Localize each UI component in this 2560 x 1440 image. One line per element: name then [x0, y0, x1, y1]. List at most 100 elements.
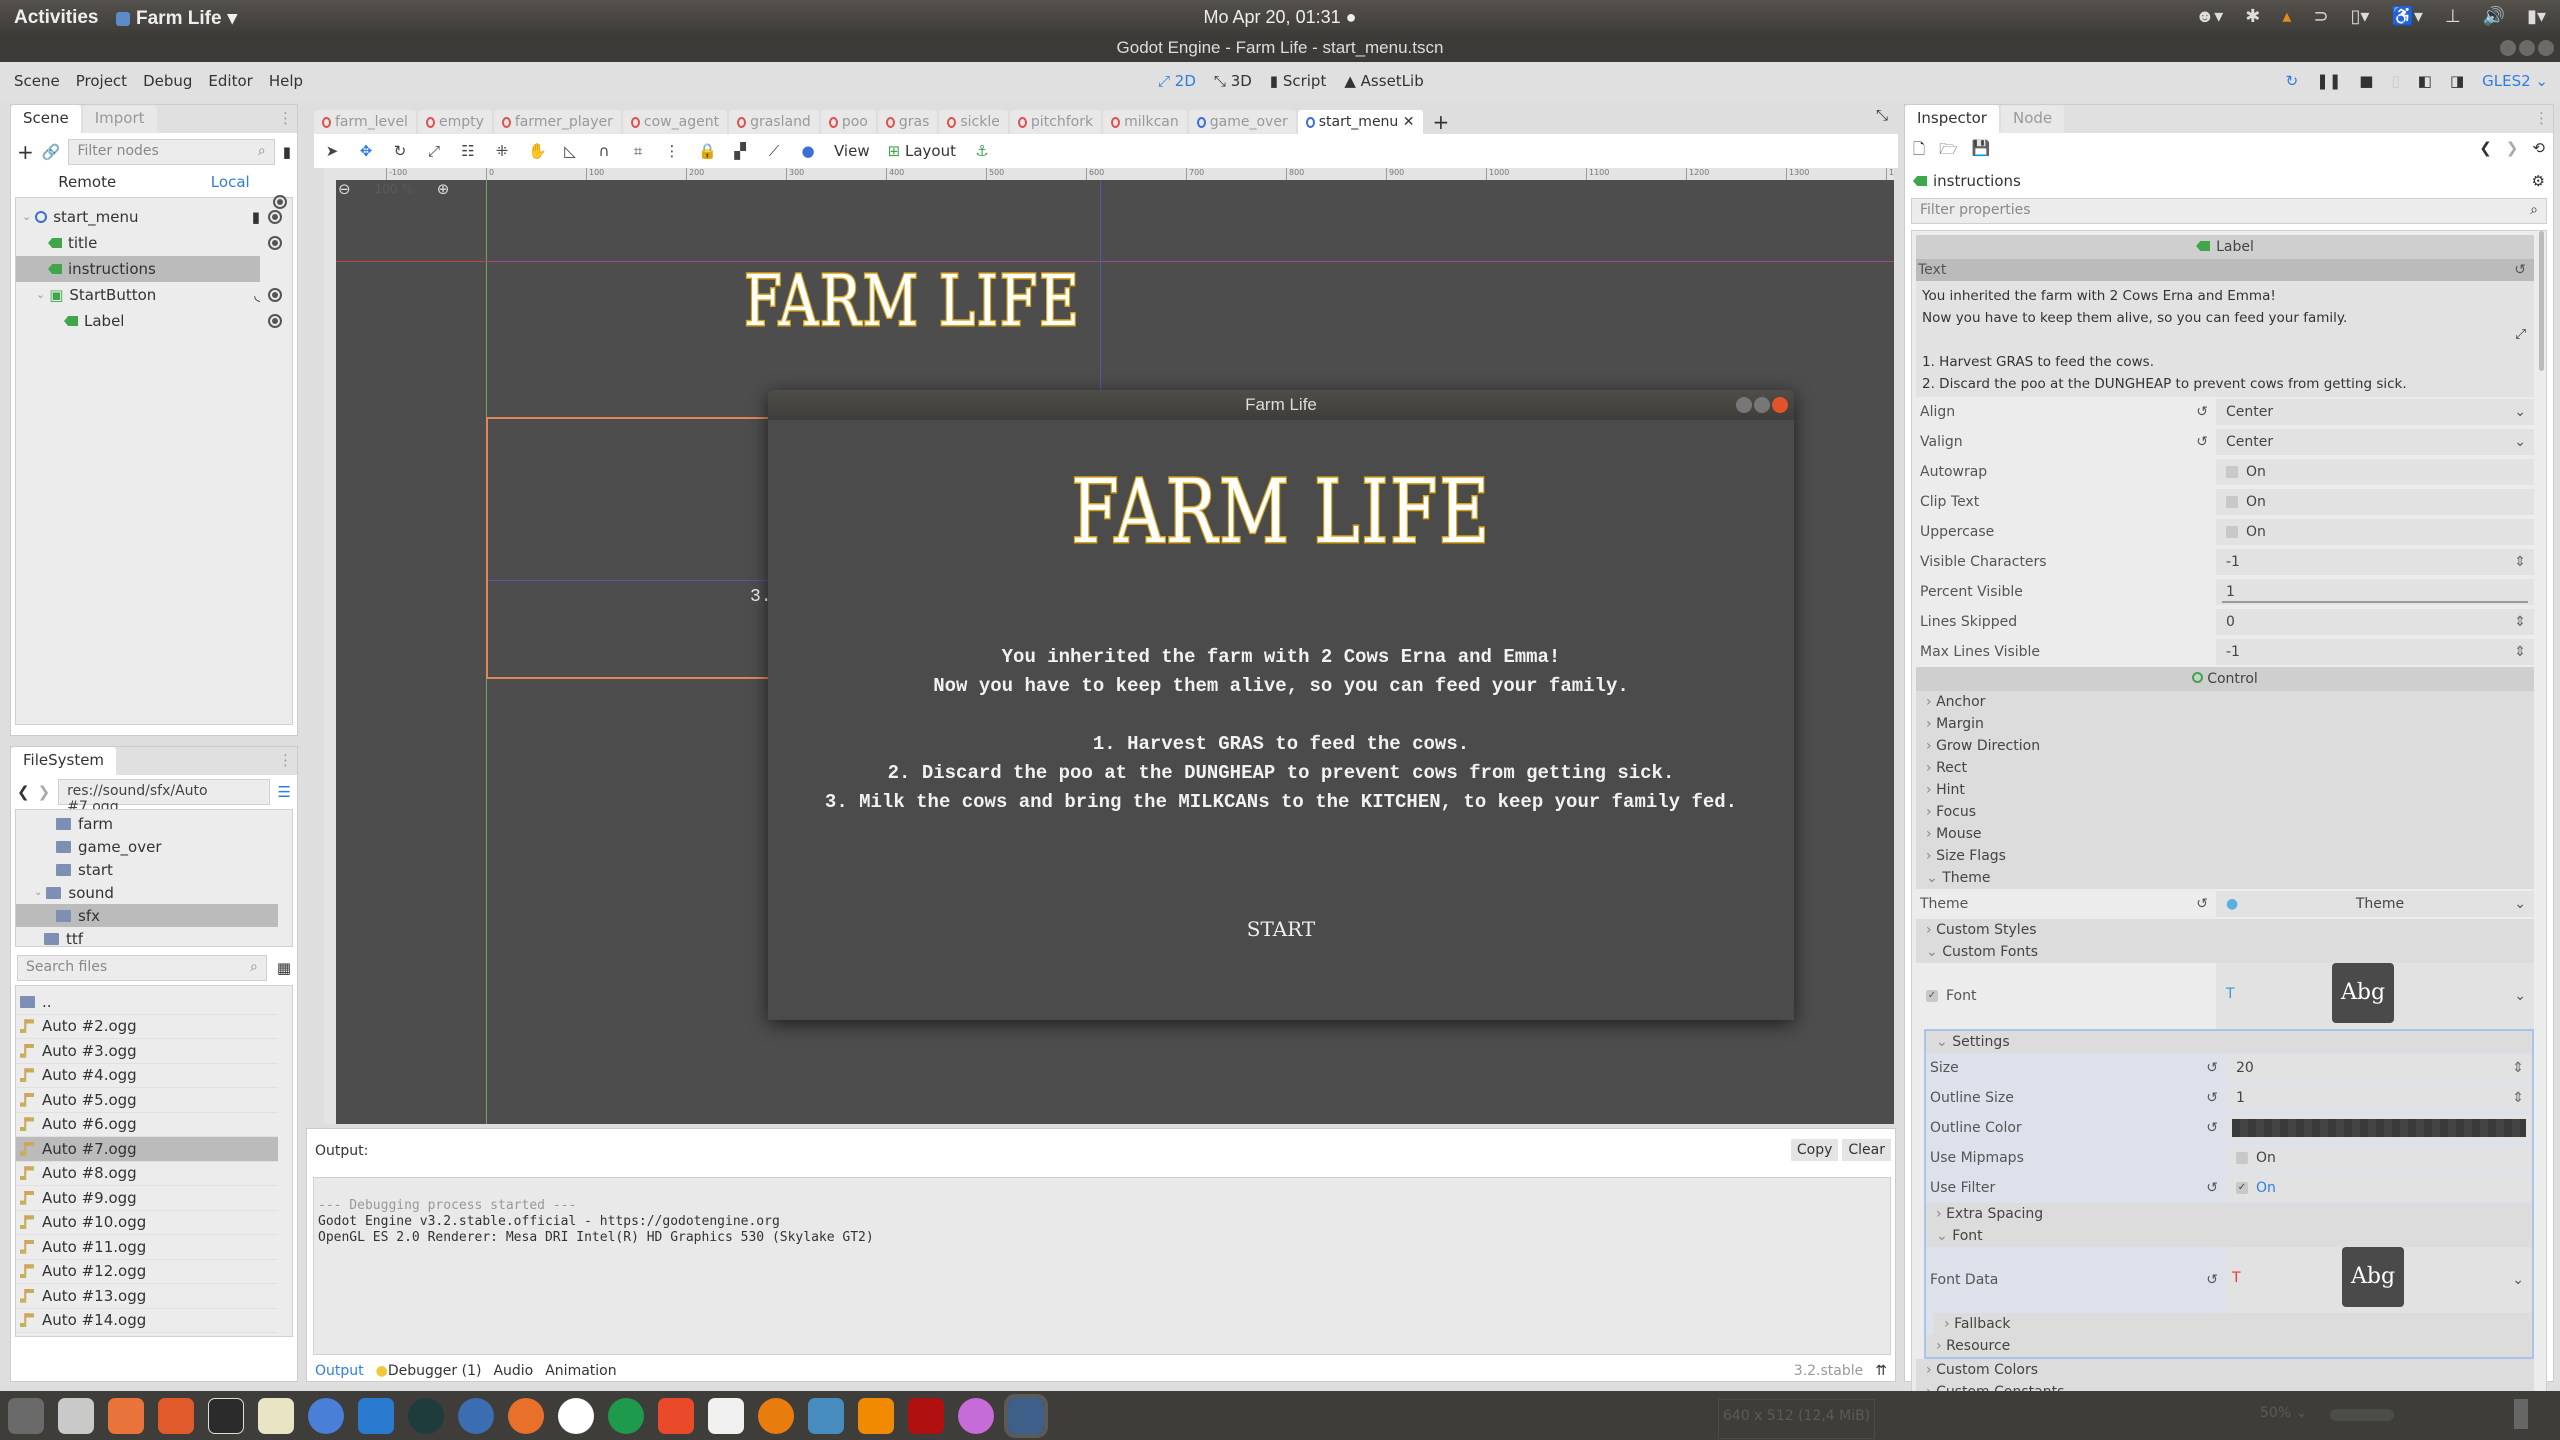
file-item[interactable]: Auto #7.ogg [16, 1137, 278, 1162]
file-item[interactable]: Auto #6.ogg [16, 1113, 278, 1137]
checkbox-checked-icon[interactable]: ✓ [2236, 1182, 2248, 1194]
scene-tab-cow-agent[interactable]: cow_agent [622, 110, 728, 134]
tree-node-startbutton[interactable]: ⌄ ▣ StartButton ◟ [16, 282, 292, 308]
section-grow-direction[interactable]: Grow Direction [1916, 735, 2534, 757]
zoom-slider[interactable] [2330, 1409, 2394, 1421]
software-center-icon[interactable] [158, 1397, 194, 1434]
font-data-picker[interactable]: T Abg ⌄ [2226, 1247, 2532, 1313]
history-forward-icon[interactable]: ❯ [2506, 139, 2519, 164]
save-resource-icon[interactable]: 💾 [1972, 139, 1991, 164]
expand-panel-icon[interactable]: ⇈ [1875, 1363, 1887, 1379]
section-margin[interactable]: Margin [1916, 713, 2534, 735]
vlc-icon[interactable]: ▴ [2282, 6, 2291, 27]
scene-tab-farm-level[interactable]: farm_level [314, 110, 416, 134]
system-tray[interactable]: ☻▾ ✱ ▴ ⊃ ▯▾ ♿▾ ⊥ 🔊 ▮▾ [2195, 6, 2546, 27]
open-resource-icon[interactable]: 🗁 [1939, 139, 1958, 164]
color-swatch[interactable] [2232, 1119, 2526, 1137]
filter-nodes-input[interactable]: Filter nodes ⌕ [68, 139, 275, 165]
prop-value[interactable]: On [2216, 519, 2534, 545]
menu-project[interactable]: Project [76, 72, 127, 90]
indicator-icon[interactable]: ⊃ [2313, 6, 2328, 27]
file-item[interactable]: Auto #4.ogg [16, 1064, 278, 1088]
prop-value[interactable]: 0 ⇕ [2216, 609, 2534, 635]
terminal-icon[interactable] [208, 1397, 244, 1434]
section-rect[interactable]: Rect [1916, 757, 2534, 779]
filezilla-icon[interactable] [908, 1397, 944, 1434]
smart-snap-icon[interactable]: ∩ [596, 143, 612, 159]
text-property-editor[interactable]: You inherited the farm with 2 Cows Erna … [1916, 281, 2534, 397]
visibility-eye-icon[interactable] [268, 236, 282, 250]
keyframe-icon[interactable]: ● [800, 143, 816, 159]
prop-value[interactable]: Center ⌄ [2216, 429, 2534, 455]
section-extra-spacing[interactable]: Extra Spacing [1926, 1203, 2532, 1225]
file-item[interactable]: Auto #2.ogg [16, 1015, 278, 1039]
inspector-scrollbar[interactable] [2539, 231, 2544, 371]
tab-import[interactable]: Import [82, 105, 157, 133]
script-icon[interactable]: ▮ [252, 204, 260, 230]
scene-tab-milkcan[interactable]: milkcan [1103, 110, 1187, 134]
checkbox-icon[interactable] [2226, 466, 2238, 478]
revert-icon[interactable]: ↺ [2206, 1173, 2218, 1203]
godot-active-icon[interactable] [1004, 1393, 1048, 1438]
new-resource-icon[interactable]: 🗋 [1913, 139, 1925, 164]
zoom-select[interactable]: 50% ⌄ [2260, 1405, 2307, 1421]
section-hint[interactable]: Hint [1916, 779, 2534, 801]
scene-tab-start-menu[interactable]: start_menu ✕ [1297, 110, 1423, 134]
scene-tab-farmer-player[interactable]: farmer_player [493, 110, 621, 134]
tab-filesystem[interactable]: FileSystem [11, 747, 117, 775]
revert-icon[interactable]: ↺ [2196, 427, 2208, 457]
attach-script-icon[interactable]: ▮ [283, 143, 291, 161]
file-item[interactable]: Auto #5.ogg [16, 1088, 278, 1113]
history-icon[interactable]: ⟲ [2532, 139, 2545, 164]
section-font[interactable]: Font [1926, 1225, 2532, 1247]
tree-node-instructions[interactable]: instructions [16, 256, 260, 282]
select-tool-icon[interactable]: ➤ [324, 143, 340, 159]
menu-editor[interactable]: Editor [208, 72, 252, 90]
workspace-2d[interactable]: ⤢ 2D [1158, 72, 1196, 90]
spinner-arrows-icon[interactable]: ⇕ [2514, 639, 2526, 665]
canvas-title-label[interactable]: FARM LIFE [743, 259, 1081, 344]
rotate-tool-icon[interactable]: ↻ [392, 143, 408, 159]
dock-app-icon[interactable] [958, 1397, 994, 1434]
bone-icon[interactable]: ⟋ [766, 143, 782, 159]
start-button[interactable]: START [768, 917, 1794, 941]
text-editor-icon[interactable] [708, 1397, 744, 1434]
menu-scene[interactable]: Scene [14, 72, 60, 90]
revert-icon[interactable]: ↺ [2206, 1053, 2218, 1083]
tree-node-title[interactable]: title [16, 230, 292, 256]
prop-value[interactable]: 1 [2216, 579, 2534, 605]
spinner-arrows-icon[interactable]: ⇕ [2514, 609, 2526, 635]
link-icon[interactable]: 🔗 [42, 143, 61, 161]
vlc-icon[interactable] [858, 1397, 894, 1434]
spinner-arrows-icon[interactable]: ⇕ [2512, 1085, 2524, 1111]
history-back-icon[interactable]: ❮ [2479, 139, 2492, 164]
battery-icon[interactable]: ▮▾ [2527, 6, 2546, 27]
maximize-button[interactable] [1754, 397, 1770, 413]
godot-icon[interactable] [808, 1397, 844, 1434]
section-custom-styles[interactable]: Custom Styles [1916, 919, 2534, 941]
indicator-icon[interactable]: ☻▾ [2195, 6, 2223, 27]
local-button[interactable]: Local [211, 173, 250, 191]
folder-start[interactable]: start [16, 858, 292, 881]
minimize-button[interactable] [1736, 397, 1752, 413]
brave-icon[interactable] [658, 1397, 694, 1434]
file-item[interactable]: Auto #3.ogg [16, 1039, 278, 1064]
snap-options-icon[interactable]: ⋮ [664, 143, 680, 159]
prop-value[interactable]: On [2216, 459, 2534, 485]
section-custom-colors[interactable]: Custom Colors [1916, 1359, 2534, 1381]
visibility-eye-icon[interactable] [268, 210, 282, 224]
chromium-icon[interactable] [308, 1397, 344, 1434]
scale-tool-icon[interactable]: ⤢ [426, 143, 442, 159]
split-mode-icon[interactable]: ☰ [278, 783, 291, 801]
file-item[interactable]: Auto #10.ogg [16, 1211, 278, 1235]
section-custom-fonts[interactable]: Custom Fonts [1916, 941, 2534, 963]
tab-node[interactable]: Node [2000, 105, 2065, 133]
volume-icon[interactable]: 🔊 [2483, 6, 2505, 27]
vscode-icon[interactable] [358, 1397, 394, 1434]
font-resource-picker[interactable]: T Abg ⌄ [2216, 963, 2534, 1029]
close-button[interactable] [1772, 397, 1788, 413]
remote-button[interactable]: Remote [58, 173, 116, 191]
help-icon[interactable] [458, 1397, 494, 1434]
close-tab-icon[interactable]: ✕ [1398, 114, 1415, 130]
spinner-arrows-icon[interactable]: ⇕ [2512, 1055, 2524, 1081]
